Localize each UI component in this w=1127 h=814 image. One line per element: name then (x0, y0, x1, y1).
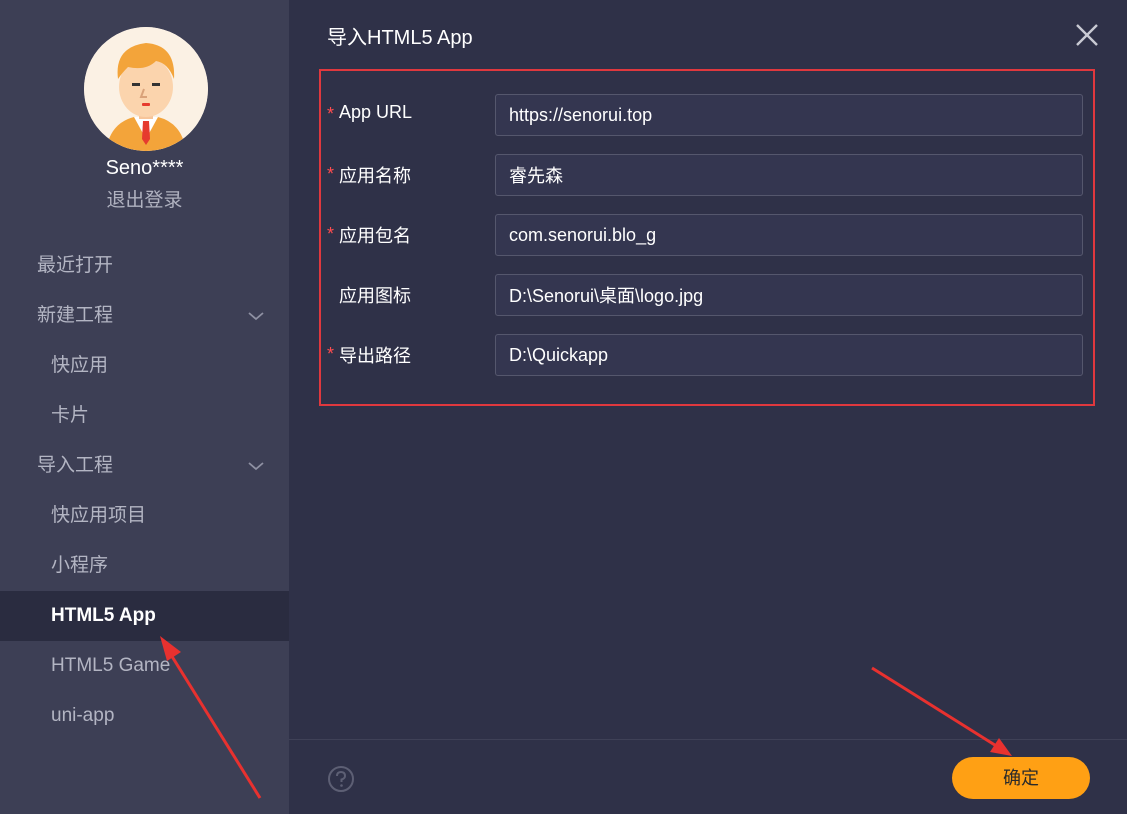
required-mark: * (327, 224, 335, 244)
avatar[interactable] (84, 27, 208, 151)
app-url-label: App URL (339, 102, 413, 122)
sidebar-item-card[interactable]: 卡片 (0, 391, 289, 441)
sidebar-item-label: 新建工程 (37, 305, 114, 326)
app-icon-input[interactable] (495, 274, 1083, 316)
app-name-input[interactable] (495, 154, 1083, 196)
app-icon-label: 应用图标 (339, 286, 411, 306)
annotation-arrow-confirm (871, 666, 1012, 756)
sidebar-item-label: 卡片 (51, 405, 90, 426)
required-mark: * (327, 164, 335, 184)
chevron-down-icon (248, 312, 264, 321)
sidebar-item-recent[interactable]: 最近打开 (0, 241, 289, 291)
sidebar-item-quickapp[interactable]: 快应用 (0, 341, 289, 391)
help-icon[interactable] (327, 765, 355, 793)
export-path-input[interactable] (495, 334, 1083, 376)
sidebar-item-uni-app[interactable]: uni-app (0, 691, 289, 741)
package-name-label: 应用包名 (339, 226, 411, 246)
close-icon[interactable] (1072, 20, 1102, 50)
sidebar-item-label: 导入工程 (37, 455, 114, 476)
app-name-label: 应用名称 (339, 166, 411, 186)
username: Seno**** (105, 157, 184, 179)
sidebar-item-label: 快应用项目 (51, 505, 147, 526)
confirm-button[interactable]: 确定 (952, 757, 1090, 799)
sidebar-item-html5-game[interactable]: HTML5 Game (0, 641, 289, 691)
dialog-title: 导入HTML5 App (327, 27, 473, 49)
sidebar-item-label: 快应用 (51, 355, 109, 376)
sidebar-item-label: HTML5 App (51, 605, 156, 626)
logout-link[interactable]: 退出登录 (0, 185, 289, 212)
sidebar-item-label: uni-app (51, 705, 115, 726)
footer-divider (289, 739, 1127, 740)
sidebar-item-label: 小程序 (51, 555, 109, 576)
sidebar-item-label: 最近打开 (37, 255, 114, 276)
required-mark: * (327, 104, 335, 124)
sidebar-item-new-project[interactable]: 新建工程 (0, 291, 289, 341)
sidebar-item-quickapp-project[interactable]: 快应用项目 (0, 491, 289, 541)
sidebar: Seno**** 退出登录 最近打开 新建工程 快应用 卡片 导入工程 快应用项… (0, 0, 289, 814)
sidebar-item-label: HTML5 Game (51, 655, 171, 676)
sidebar-item-html5-app[interactable]: HTML5 App (0, 591, 289, 641)
chevron-down-icon (248, 462, 264, 471)
sidebar-item-miniprogram[interactable]: 小程序 (0, 541, 289, 591)
sidebar-item-import-project[interactable]: 导入工程 (0, 441, 289, 491)
app-url-input[interactable] (495, 94, 1083, 136)
required-mark: * (327, 344, 335, 364)
package-name-input[interactable] (495, 214, 1083, 256)
export-path-label: 导出路径 (339, 346, 411, 366)
